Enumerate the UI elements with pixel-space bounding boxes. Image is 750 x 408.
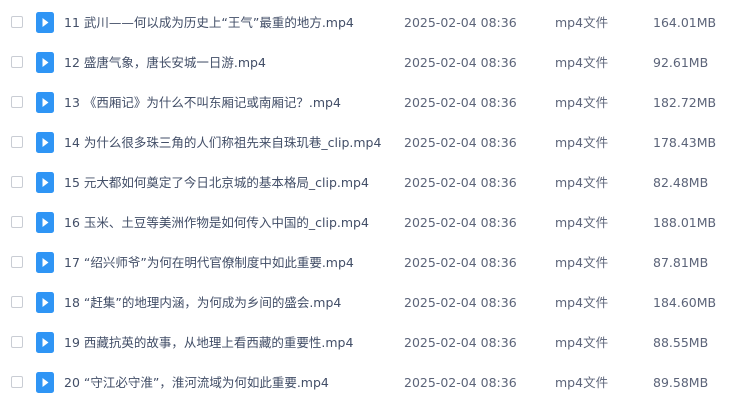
file-name[interactable]: 14 为什么很多珠三角的人们称祖先来自珠玑巷_clip.mp4 bbox=[64, 133, 381, 153]
file-type: mp4文件 bbox=[555, 135, 609, 150]
file-type: mp4文件 bbox=[555, 255, 609, 270]
file-size: 178.43MB bbox=[653, 135, 717, 150]
file-name[interactable]: 11 武川——何以成为历史上“王气”最重的地方.mp4 bbox=[64, 13, 354, 33]
checkbox-icon[interactable] bbox=[11, 336, 23, 348]
video-file-icon bbox=[36, 172, 54, 193]
file-date: 2025-02-04 08:36 bbox=[404, 55, 517, 70]
checkbox-icon[interactable] bbox=[11, 136, 23, 148]
video-file-icon bbox=[36, 92, 54, 113]
file-date: 2025-02-04 08:36 bbox=[404, 135, 517, 150]
file-name[interactable]: 19 西藏抗英的故事，从地理上看西藏的重要性.mp4 bbox=[64, 333, 353, 353]
checkbox-icon[interactable] bbox=[11, 296, 23, 308]
file-row[interactable]: 14 为什么很多珠三角的人们称祖先来自珠玑巷_clip.mp4 2025-02-… bbox=[0, 123, 750, 163]
file-row[interactable]: 16 玉米、土豆等美洲作物是如何传入中国的_clip.mp4 2025-02-0… bbox=[0, 203, 750, 243]
file-type: mp4文件 bbox=[555, 335, 609, 350]
file-date: 2025-02-04 08:36 bbox=[404, 15, 517, 30]
checkbox-icon[interactable] bbox=[11, 176, 23, 188]
file-row[interactable]: 15 元大都如何奠定了今日北京城的基本格局_clip.mp4 2025-02-0… bbox=[0, 163, 750, 203]
video-file-icon bbox=[36, 372, 54, 393]
video-file-icon bbox=[36, 12, 54, 33]
file-type: mp4文件 bbox=[555, 375, 609, 390]
file-name[interactable]: 17 “绍兴师爷”为何在明代官僚制度中如此重要.mp4 bbox=[64, 253, 354, 273]
file-size: 188.01MB bbox=[653, 215, 717, 230]
file-date: 2025-02-04 08:36 bbox=[404, 375, 517, 390]
file-size: 88.55MB bbox=[653, 335, 709, 350]
file-row[interactable]: 19 西藏抗英的故事，从地理上看西藏的重要性.mp4 2025-02-04 08… bbox=[0, 323, 750, 363]
file-list: 11 武川——何以成为历史上“王气”最重的地方.mp4 2025-02-04 0… bbox=[0, 0, 750, 408]
file-type: mp4文件 bbox=[555, 295, 609, 310]
file-row[interactable]: 18 “赶集”的地理内涵，为何成为乡间的盛会.mp4 2025-02-04 08… bbox=[0, 283, 750, 323]
file-date: 2025-02-04 08:36 bbox=[404, 255, 517, 270]
checkbox-icon[interactable] bbox=[11, 256, 23, 268]
file-date: 2025-02-04 08:36 bbox=[404, 215, 517, 230]
file-date: 2025-02-04 08:36 bbox=[404, 335, 517, 350]
video-file-icon bbox=[36, 52, 54, 73]
file-size: 182.72MB bbox=[653, 95, 717, 110]
file-row[interactable]: 17 “绍兴师爷”为何在明代官僚制度中如此重要.mp4 2025-02-04 0… bbox=[0, 243, 750, 283]
checkbox-icon[interactable] bbox=[11, 56, 23, 68]
file-name[interactable]: 13 《西厢记》为什么不叫东厢记或南厢记？.mp4 bbox=[64, 93, 341, 113]
file-date: 2025-02-04 08:36 bbox=[404, 95, 517, 110]
checkbox-icon[interactable] bbox=[11, 96, 23, 108]
file-type: mp4文件 bbox=[555, 215, 609, 230]
video-file-icon bbox=[36, 212, 54, 233]
file-size: 89.58MB bbox=[653, 375, 709, 390]
file-row[interactable]: 11 武川——何以成为历史上“王气”最重的地方.mp4 2025-02-04 0… bbox=[0, 3, 750, 43]
file-size: 164.01MB bbox=[653, 15, 717, 30]
checkbox-icon[interactable] bbox=[11, 376, 23, 388]
file-row[interactable]: 20 “守江必守淮”，淮河流域为何如此重要.mp4 2025-02-04 08:… bbox=[0, 363, 750, 403]
file-size: 184.60MB bbox=[653, 295, 717, 310]
file-type: mp4文件 bbox=[555, 15, 609, 30]
file-name[interactable]: 15 元大都如何奠定了今日北京城的基本格局_clip.mp4 bbox=[64, 173, 369, 193]
file-name[interactable]: 12 盛唐气象，唐长安城一日游.mp4 bbox=[64, 53, 266, 73]
file-size: 92.61MB bbox=[653, 55, 709, 70]
checkbox-icon[interactable] bbox=[11, 216, 23, 228]
file-row[interactable]: 13 《西厢记》为什么不叫东厢记或南厢记？.mp4 2025-02-04 08:… bbox=[0, 83, 750, 123]
file-name[interactable]: 18 “赶集”的地理内涵，为何成为乡间的盛会.mp4 bbox=[64, 293, 341, 313]
file-type: mp4文件 bbox=[555, 95, 609, 110]
checkbox-icon[interactable] bbox=[11, 16, 23, 28]
file-date: 2025-02-04 08:36 bbox=[404, 295, 517, 310]
file-type: mp4文件 bbox=[555, 175, 609, 190]
file-name[interactable]: 20 “守江必守淮”，淮河流域为何如此重要.mp4 bbox=[64, 373, 329, 393]
video-file-icon bbox=[36, 332, 54, 353]
file-type: mp4文件 bbox=[555, 55, 609, 70]
file-size: 82.48MB bbox=[653, 175, 709, 190]
video-file-icon bbox=[36, 132, 54, 153]
video-file-icon bbox=[36, 292, 54, 313]
file-row[interactable]: 12 盛唐气象，唐长安城一日游.mp4 2025-02-04 08:36 mp4… bbox=[0, 43, 750, 83]
file-name[interactable]: 16 玉米、土豆等美洲作物是如何传入中国的_clip.mp4 bbox=[64, 213, 369, 233]
video-file-icon bbox=[36, 252, 54, 273]
file-date: 2025-02-04 08:36 bbox=[404, 175, 517, 190]
file-size: 87.81MB bbox=[653, 255, 709, 270]
